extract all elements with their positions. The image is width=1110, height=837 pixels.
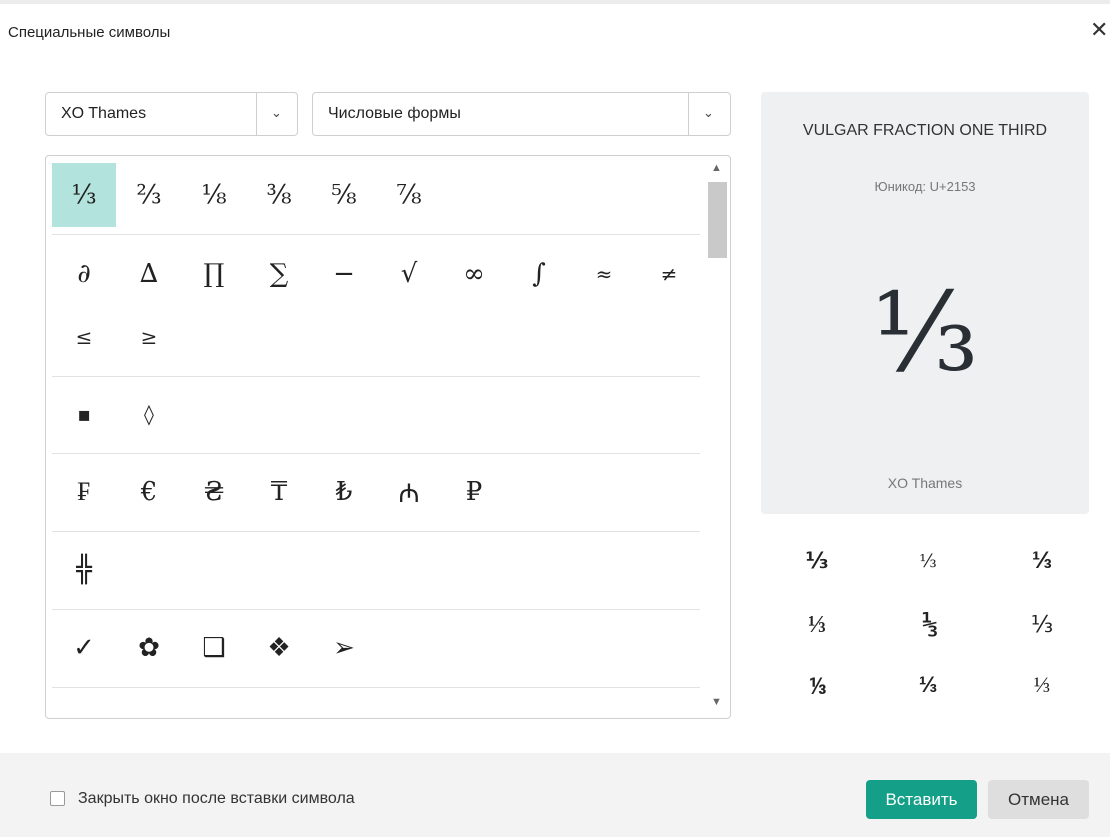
symbol-cell[interactable]: ₽ [442, 460, 506, 524]
font-variant[interactable]: ⅓ [777, 605, 857, 645]
vertical-scrollbar[interactable]: ▲ ▼ [706, 156, 730, 718]
symbol-cell[interactable]: ⅞ [377, 163, 441, 227]
symbol-name: VULGAR FRACTION ONE THIRD [802, 122, 1048, 139]
font-variant[interactable]: ⅓ [1002, 605, 1082, 645]
insert-button[interactable]: Вставить [866, 780, 977, 819]
font-variant[interactable]: ⅓ [777, 541, 857, 581]
close-icon[interactable]: ✕ [1090, 18, 1108, 42]
symbol-cell[interactable]: ≤ [52, 305, 116, 369]
symbol-cell[interactable]: − [312, 242, 376, 306]
symbol-cell[interactable]: ✿ [117, 616, 181, 680]
group-divider [52, 376, 700, 377]
symbol-cell[interactable]: ≠ [637, 242, 701, 306]
category-select[interactable]: Числовые формы ⌄ [312, 92, 731, 136]
symbol-cell[interactable]: ≈ [572, 242, 636, 306]
scroll-thumb[interactable] [708, 182, 727, 258]
font-variant[interactable]: ⅓ [777, 667, 857, 707]
font-select[interactable]: XO Thames ⌄ [45, 92, 298, 136]
symbol-cell[interactable]: ❑ [182, 616, 246, 680]
font-variant[interactable]: ⅓ [1002, 541, 1082, 581]
symbol-cell[interactable]: ∆ [117, 242, 181, 306]
group-divider [52, 687, 700, 688]
symbol-cell[interactable]: ⅛ [182, 163, 246, 227]
special-characters-dialog: Специальные символы ✕ XO Thames ⌄ Числов… [0, 0, 1110, 837]
symbol-cell[interactable]: € [117, 460, 181, 524]
symbol-cell[interactable]: ≥ [117, 305, 181, 369]
symbol-cell[interactable]: ✓ [52, 616, 116, 680]
chevron-down-icon[interactable]: ⌄ [271, 105, 282, 121]
group-divider [52, 609, 700, 610]
preview-font-name: XO Thames [887, 475, 963, 491]
font-variant[interactable]: ⅓ [1002, 665, 1082, 705]
symbol-cell[interactable]: ∫ [507, 242, 571, 306]
symbol-cell[interactable]: ∏ [182, 242, 246, 306]
dialog-title: Специальные символы [8, 24, 171, 41]
group-divider [52, 531, 700, 532]
symbol-cell[interactable]: ➢ [312, 616, 376, 680]
symbol-cell[interactable]: ₴ [182, 460, 246, 524]
font-variant[interactable]: ⅓ [890, 605, 970, 645]
cancel-button[interactable]: Отмена [988, 780, 1089, 819]
group-divider [52, 234, 700, 235]
symbol-preview-glyph: ⅓ [871, 268, 979, 396]
symbol-cell[interactable]: ⅝ [312, 163, 376, 227]
font-select-value: XO Thames [61, 105, 147, 122]
symbol-cell[interactable]: ╬ [52, 538, 116, 602]
symbol-preview-panel: VULGAR FRACTION ONE THIRD Юникод: U+2153… [761, 92, 1089, 514]
font-select-divider [256, 93, 257, 135]
category-select-value: Числовые формы [328, 105, 461, 122]
unicode-code: Юникод: U+2153 [874, 179, 976, 194]
scroll-up-icon[interactable]: ▲ [711, 162, 722, 174]
font-variant[interactable]: ⅓ [888, 541, 968, 581]
symbol-cell[interactable]: ₺ [312, 460, 376, 524]
scroll-down-icon[interactable]: ▼ [711, 696, 722, 708]
group-divider [52, 453, 700, 454]
close-after-insert-label[interactable]: Закрыть окно после вставки символа [78, 790, 355, 808]
symbol-cell[interactable]: ₼ [377, 460, 441, 524]
symbol-cell[interactable]: √ [377, 242, 441, 306]
category-select-divider [688, 93, 689, 135]
symbol-cell[interactable]: ⅜ [247, 163, 311, 227]
symbol-cell[interactable]: ₸ [247, 460, 311, 524]
symbol-grid: ⅓ ⅔ ⅛ ⅜ ⅝ ⅞ ∂ ∆ ∏ ∑ − √ ∞ ∫ ≈ ≠ ≤ ≥ ▪ ◊ … [45, 155, 731, 719]
symbol-cell[interactable]: ∞ [442, 242, 506, 306]
chevron-down-icon[interactable]: ⌄ [703, 105, 714, 121]
dialog-footer: Закрыть окно после вставки символа Встав… [0, 753, 1110, 837]
symbol-cell-selected[interactable]: ⅓ [52, 163, 116, 227]
symbol-cell[interactable]: ∑ [247, 242, 311, 306]
symbol-cell[interactable]: ▪ [52, 382, 116, 446]
symbol-cell[interactable]: ❖ [247, 616, 311, 680]
symbol-cell[interactable]: ◊ [117, 382, 181, 446]
close-after-insert-checkbox[interactable] [50, 791, 65, 806]
font-variant[interactable]: ⅓ [888, 665, 968, 705]
top-border [0, 0, 1110, 4]
symbol-cell[interactable]: ⅔ [117, 163, 181, 227]
symbol-cell[interactable]: ₣ [52, 460, 116, 524]
symbol-cell[interactable]: ∂ [52, 242, 116, 306]
